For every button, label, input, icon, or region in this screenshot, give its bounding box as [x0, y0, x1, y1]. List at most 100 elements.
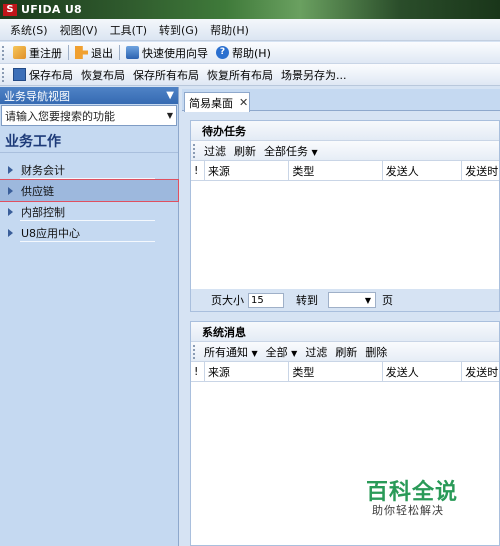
exit-button[interactable]: 退出 — [71, 44, 117, 62]
column-header[interactable]: 发送人 — [383, 362, 463, 381]
layout-toolbar: 保存布局 恢复布局 保存所有布局 恢复所有布局 场景另存为... — [0, 64, 500, 86]
exit-label: 退出 — [91, 46, 113, 60]
messages-filter-button[interactable]: 过滤 — [301, 344, 331, 360]
column-header[interactable]: 类型 — [289, 362, 383, 381]
restore-layout-button[interactable]: 恢复布局 — [77, 66, 129, 84]
register-label: 重注册 — [29, 46, 62, 60]
column-header[interactable]: 发送时 — [462, 161, 499, 180]
register-button[interactable]: 重注册 — [9, 44, 66, 62]
save-all-layout-button[interactable]: 保存所有布局 — [129, 66, 203, 84]
close-icon[interactable]: ✕ — [239, 96, 248, 109]
menu-tools[interactable]: 工具(T) — [104, 22, 153, 38]
navigation-panel: 业务导航视图 ▼ 请输入您要搜索的功能 ▼ 业务工作 财务会计 供应链 内部控制… — [0, 87, 179, 546]
wizard-button[interactable]: 快速使用向导 — [122, 44, 212, 62]
save-scene-as-button[interactable]: 场景另存为... — [277, 66, 351, 84]
expand-arrow-icon — [8, 186, 13, 195]
menu-system[interactable]: 系统(S) — [4, 22, 54, 38]
column-header[interactable]: 发送人 — [383, 161, 463, 180]
main-toolbar: 重注册 退出 快速使用向导 ? 帮助(H) — [0, 42, 500, 64]
menu-view[interactable]: 视图(V) — [54, 22, 104, 38]
todo-grid-header: ! 来源 类型 发送人 发送时 — [191, 161, 499, 181]
column-header[interactable]: ! — [191, 161, 205, 180]
pin-icon[interactable]: ▼ — [166, 90, 174, 101]
search-placeholder: 请输入您要搜索的功能 — [5, 109, 115, 123]
all-dropdown[interactable]: 全部 ▼ — [262, 344, 302, 360]
chevron-down-icon[interactable]: ▼ — [167, 111, 173, 120]
all-notices-dropdown[interactable]: 所有通知 ▼ — [200, 344, 262, 360]
todo-panel-title: 待办任务 — [191, 121, 499, 141]
messages-refresh-button[interactable]: 刷新 — [331, 344, 361, 360]
save-icon — [13, 68, 26, 81]
toolbar-separator — [68, 45, 69, 60]
tab-strip: 简易桌面 ✕ — [182, 89, 500, 112]
exit-icon — [75, 46, 88, 59]
column-header[interactable]: 来源 — [205, 362, 290, 381]
column-header[interactable]: 发送时 — [462, 362, 499, 381]
column-header[interactable]: 来源 — [205, 161, 290, 180]
menu-bar: 系统(S) 视图(V) 工具(T) 转到(G) 帮助(H) — [0, 19, 500, 41]
column-header[interactable]: 类型 — [289, 161, 383, 180]
app-title: UFIDA U8 — [21, 3, 82, 16]
nav-item-label: 内部控制 — [21, 205, 65, 219]
toolbar-separator — [119, 45, 120, 60]
navigation-panel-title: 业务导航视图 — [4, 89, 70, 103]
nav-item-finance[interactable]: 财务会计 — [0, 159, 178, 180]
watermark-subtitle: 助你轻松解决 — [372, 504, 444, 517]
messages-panel-title: 系统消息 — [191, 322, 499, 342]
expand-arrow-icon — [8, 165, 13, 174]
nav-item-u8-app-center[interactable]: U8应用中心 — [0, 222, 178, 243]
chevron-down-icon: ▼ — [291, 348, 298, 358]
help-icon: ? — [216, 46, 229, 59]
messages-grid-body — [191, 382, 499, 545]
nav-item-label: U8应用中心 — [21, 226, 81, 240]
column-header[interactable]: ! — [191, 362, 205, 381]
toolbar-grip-icon[interactable] — [2, 67, 5, 82]
toolbar-grip-icon[interactable] — [2, 45, 5, 60]
todo-toolbar: 过滤 刷新 全部任务 ▼ — [191, 141, 499, 161]
chevron-down-icon: ▼ — [364, 295, 371, 305]
all-notices-label: 所有通知 — [204, 345, 248, 359]
restore-all-layout-button[interactable]: 恢复所有布局 — [203, 66, 277, 84]
navigation-panel-header: 业务导航视图 ▼ — [0, 87, 178, 104]
help-button[interactable]: ? 帮助(H) — [212, 44, 275, 62]
app-logo-icon: S — [3, 3, 17, 16]
help-label: 帮助(H) — [232, 46, 271, 60]
section-title: 业务工作 — [0, 129, 178, 153]
todo-grid-body — [191, 181, 499, 289]
messages-grid-header: ! 来源 类型 发送人 发送时 — [191, 362, 499, 382]
page-size-input[interactable]: 15 — [248, 292, 284, 308]
todo-refresh-button[interactable]: 刷新 — [230, 143, 260, 159]
save-layout-label: 保存布局 — [29, 68, 73, 82]
system-messages-panel: 系统消息 所有通知 ▼ 全部 ▼ 过滤 刷新 删除 ! 来源 类型 发送人 发送… — [190, 321, 500, 546]
expand-arrow-icon — [8, 207, 13, 216]
function-search-input[interactable]: 请输入您要搜索的功能 ▼ — [1, 105, 177, 126]
wizard-label: 快速使用向导 — [142, 46, 208, 60]
tab-simple-desktop[interactable]: 简易桌面 ✕ — [184, 92, 250, 112]
todo-pager: 页大小 15 转到 ▼ 页 — [191, 289, 499, 311]
nav-item-supply-chain[interactable]: 供应链 — [0, 179, 179, 202]
menu-help[interactable]: 帮助(H) — [204, 22, 255, 38]
title-bar: S UFIDA U8 — [0, 0, 500, 19]
todo-filter-button[interactable]: 过滤 — [200, 143, 230, 159]
register-icon — [13, 46, 26, 59]
all-tasks-label: 全部任务 — [264, 144, 308, 158]
messages-toolbar: 所有通知 ▼ 全部 ▼ 过滤 刷新 删除 — [191, 342, 499, 362]
all-label: 全部 — [265, 345, 288, 359]
page-label: 页 — [382, 294, 393, 307]
goto-page-select[interactable]: ▼ — [328, 292, 376, 308]
todo-panel: 待办任务 过滤 刷新 全部任务 ▼ ! 来源 类型 发送人 发送时 页大小 15… — [190, 120, 500, 312]
nav-item-label: 供应链 — [21, 184, 54, 198]
menu-goto[interactable]: 转到(G) — [153, 22, 204, 38]
nav-item-internal-control[interactable]: 内部控制 — [0, 201, 178, 222]
messages-delete-button[interactable]: 删除 — [361, 344, 391, 360]
page-size-label: 页大小 — [211, 294, 244, 307]
save-layout-button[interactable]: 保存布局 — [9, 66, 77, 84]
nav-item-label: 财务会计 — [21, 163, 65, 177]
wizard-icon — [126, 46, 139, 59]
goto-label: 转到 — [296, 294, 318, 307]
tab-label: 简易桌面 — [189, 96, 233, 110]
toolbar-grip-icon[interactable] — [193, 143, 196, 158]
todo-all-tasks-dropdown[interactable]: 全部任务 ▼ — [260, 143, 322, 159]
expand-arrow-icon — [8, 228, 13, 237]
toolbar-grip-icon[interactable] — [193, 344, 196, 359]
